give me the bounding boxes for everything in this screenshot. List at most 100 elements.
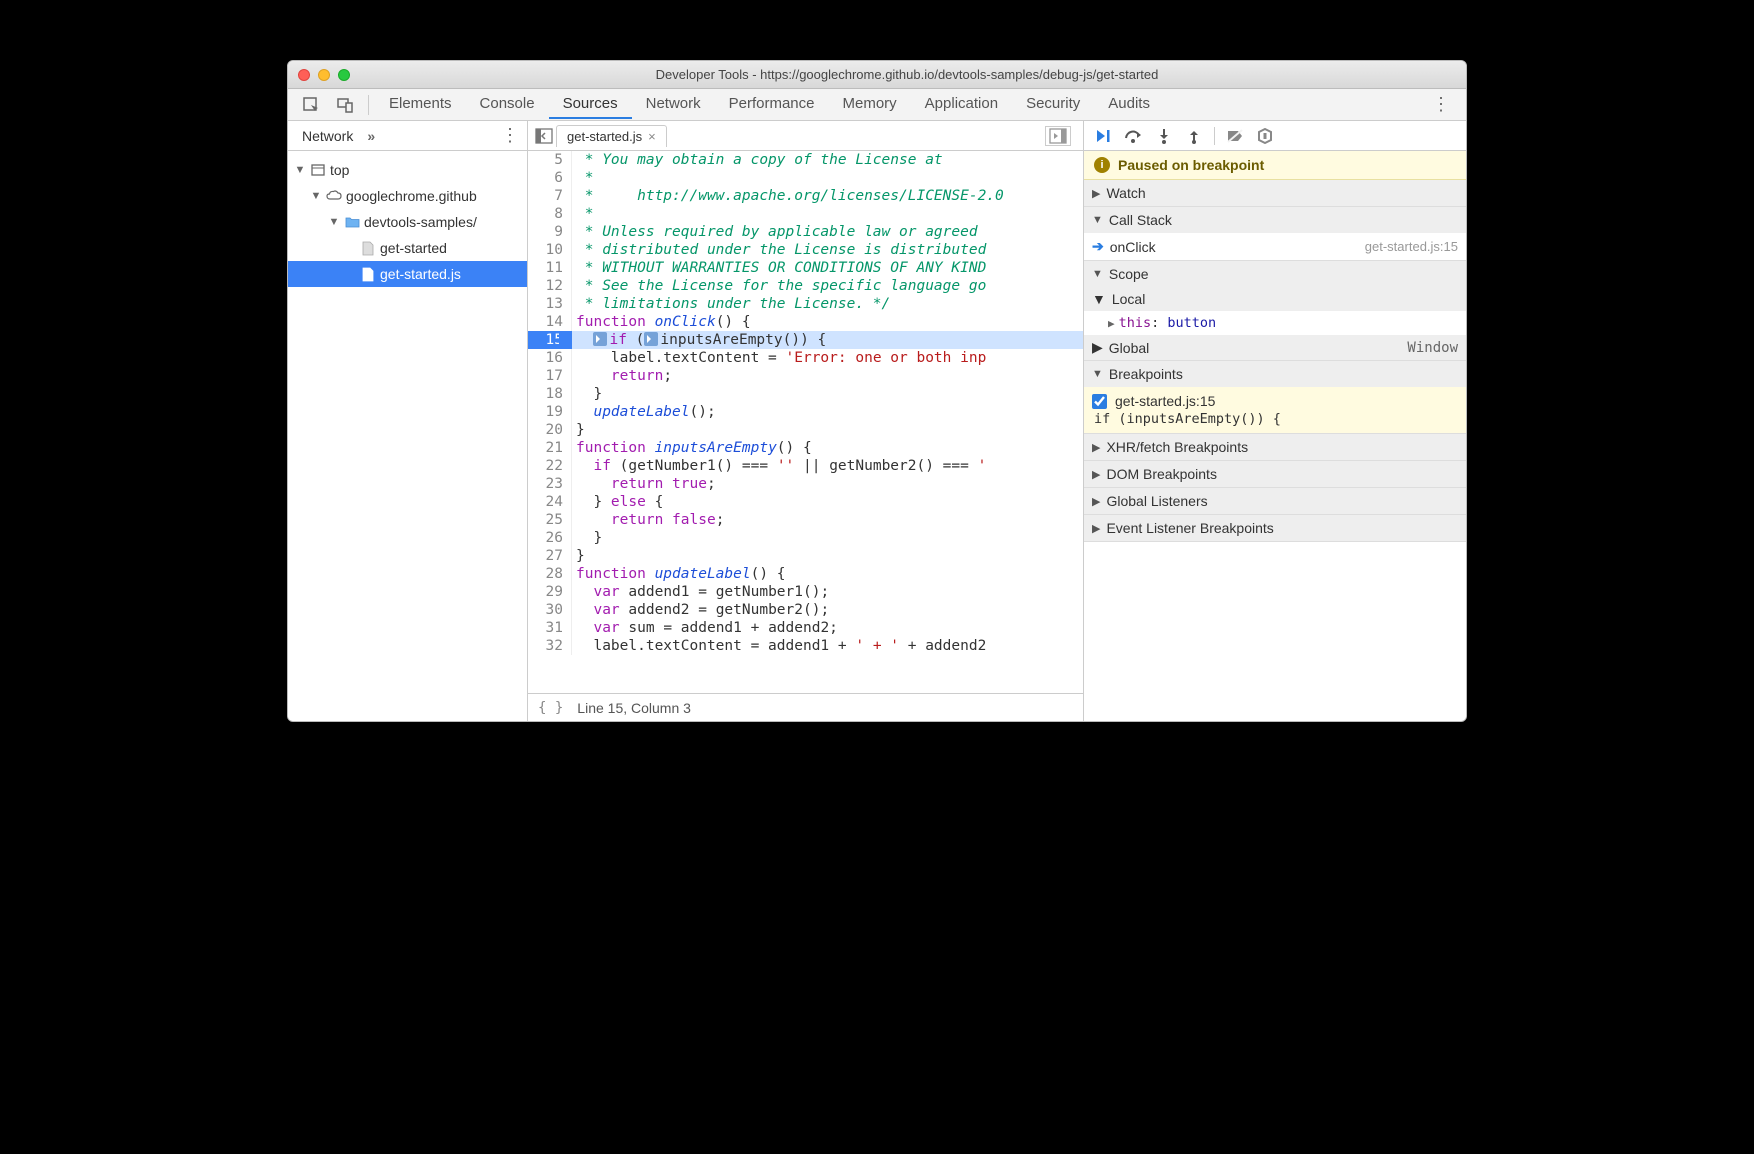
tab-security[interactable]: Security — [1012, 90, 1094, 119]
editor-statusbar: { } Line 15, Column 3 — [528, 693, 1083, 721]
code-line[interactable]: 10 * distributed under the License is di… — [528, 241, 1083, 259]
code-line[interactable]: 20} — [528, 421, 1083, 439]
pretty-print-icon[interactable]: { } — [538, 700, 563, 716]
cursor-position: Line 15, Column 3 — [577, 700, 691, 716]
tab-audits[interactable]: Audits — [1094, 90, 1164, 119]
code-line[interactable]: 28function updateLabel() { — [528, 565, 1083, 583]
tab-console[interactable]: Console — [466, 90, 549, 119]
tree-file-html[interactable]: get-started — [288, 235, 527, 261]
code-line[interactable]: 13 * limitations under the License. */ — [528, 295, 1083, 313]
code-line[interactable]: 22 if (getNumber1() === '' || getNumber2… — [528, 457, 1083, 475]
code-editor[interactable]: 5 * You may obtain a copy of the License… — [528, 151, 1083, 693]
code-line[interactable]: 29 var addend1 = getNumber1(); — [528, 583, 1083, 601]
step-into-icon[interactable] — [1150, 128, 1178, 144]
tree-top-frame[interactable]: ▼ top — [288, 157, 527, 183]
code-line[interactable]: 6 * — [528, 169, 1083, 187]
code-line[interactable]: 17 return; — [528, 367, 1083, 385]
toggle-debugger-icon[interactable] — [1045, 126, 1071, 146]
traffic-lights — [298, 69, 350, 81]
navigator-more-tabs-icon[interactable]: » — [367, 128, 375, 144]
titlebar: Developer Tools - https://googlechrome.g… — [288, 61, 1466, 89]
navigator-pane: Network » ⋮ ▼ top ▼ googlechrome.github … — [288, 121, 528, 721]
source-file-tab[interactable]: get-started.js × — [556, 125, 667, 147]
code-line[interactable]: 16 label.textContent = 'Error: one or bo… — [528, 349, 1083, 367]
section-event-listener-breakpoints[interactable]: ▶Event Listener Breakpoints — [1084, 515, 1466, 541]
breakpoint-item[interactable]: get-started.js:15 if (inputsAreEmpty()) … — [1084, 387, 1466, 433]
section-scope[interactable]: ▼Scope — [1084, 261, 1466, 287]
section-watch[interactable]: ▶Watch — [1084, 180, 1466, 206]
cloud-icon — [326, 188, 342, 204]
more-menu-icon[interactable]: ⋮ — [1422, 94, 1460, 115]
debugger-pane: i Paused on breakpoint ▶Watch ▼Call Stac… — [1084, 121, 1466, 721]
navigator-menu-icon[interactable]: ⋮ — [501, 125, 519, 146]
folder-icon — [344, 214, 360, 230]
source-pane: get-started.js × 5 * You may obtain a co… — [528, 121, 1084, 721]
callstack-frame[interactable]: ➔ onClick get-started.js:15 — [1084, 233, 1466, 260]
debugger-controls — [1084, 121, 1466, 151]
panel-tabs: Elements Console Sources Network Perform… — [375, 90, 1164, 119]
section-global-listeners[interactable]: ▶Global Listeners — [1084, 488, 1466, 514]
close-tab-icon[interactable]: × — [648, 129, 656, 144]
toggle-navigator-icon[interactable] — [532, 127, 556, 144]
tree-file-js[interactable]: get-started.js — [288, 261, 527, 287]
step-out-icon[interactable] — [1180, 128, 1208, 144]
inspect-icon[interactable] — [294, 92, 328, 118]
section-dom-breakpoints[interactable]: ▶DOM Breakpoints — [1084, 461, 1466, 487]
tab-performance[interactable]: Performance — [715, 90, 829, 119]
code-line[interactable]: 14function onClick() { — [528, 313, 1083, 331]
section-breakpoints[interactable]: ▼Breakpoints — [1084, 361, 1466, 387]
code-line[interactable]: 21function inputsAreEmpty() { — [528, 439, 1083, 457]
tab-sources[interactable]: Sources — [549, 90, 632, 119]
tab-application[interactable]: Application — [911, 90, 1012, 119]
code-line[interactable]: 9 * Unless required by applicable law or… — [528, 223, 1083, 241]
devtools-window: Developer Tools - https://googlechrome.g… — [287, 60, 1467, 722]
tree-domain[interactable]: ▼ googlechrome.github — [288, 183, 527, 209]
code-line[interactable]: 32 label.textContent = addend1 + ' + ' +… — [528, 637, 1083, 655]
code-line[interactable]: 12 * See the License for the specific la… — [528, 277, 1083, 295]
code-line[interactable]: 30 var addend2 = getNumber2(); — [528, 601, 1083, 619]
main-toolbar: Elements Console Sources Network Perform… — [288, 89, 1466, 121]
code-line[interactable]: 8 * — [528, 205, 1083, 223]
code-line[interactable]: 5 * You may obtain a copy of the License… — [528, 151, 1083, 169]
code-line[interactable]: 15 if (inputsAreEmpty()) { — [528, 331, 1083, 349]
code-line[interactable]: 11 * WITHOUT WARRANTIES OR CONDITIONS OF… — [528, 259, 1083, 277]
step-over-icon[interactable] — [1120, 128, 1148, 144]
frame-icon — [310, 162, 326, 178]
code-line[interactable]: 18 } — [528, 385, 1083, 403]
breakpoint-checkbox[interactable] — [1092, 394, 1107, 409]
pause-on-exceptions-icon[interactable] — [1251, 128, 1279, 144]
deactivate-breakpoints-icon[interactable] — [1221, 128, 1249, 144]
source-tabs: get-started.js × — [528, 121, 1083, 151]
tab-memory[interactable]: Memory — [829, 90, 911, 119]
scope-local[interactable]: ▼Local — [1084, 287, 1466, 311]
navigator-tab-network[interactable]: Network — [296, 124, 359, 148]
document-icon — [360, 240, 376, 256]
zoom-window-button[interactable] — [338, 69, 350, 81]
code-line[interactable]: 26 } — [528, 529, 1083, 547]
tab-network[interactable]: Network — [632, 90, 715, 119]
minimize-window-button[interactable] — [318, 69, 330, 81]
section-xhr-breakpoints[interactable]: ▶XHR/fetch Breakpoints — [1084, 434, 1466, 460]
section-callstack[interactable]: ▼Call Stack — [1084, 207, 1466, 233]
code-line[interactable]: 27} — [528, 547, 1083, 565]
code-line[interactable]: 7 * http://www.apache.org/licenses/LICEN… — [528, 187, 1083, 205]
tab-elements[interactable]: Elements — [375, 90, 466, 119]
document-icon — [360, 266, 376, 282]
device-toggle-icon[interactable] — [328, 92, 362, 118]
window-title: Developer Tools - https://googlechrome.g… — [358, 67, 1456, 82]
navigator-tabs: Network » ⋮ — [288, 121, 527, 151]
code-line[interactable]: 19 updateLabel(); — [528, 403, 1083, 421]
info-icon: i — [1094, 157, 1110, 173]
resume-icon[interactable] — [1090, 128, 1118, 144]
code-line[interactable]: 25 return false; — [528, 511, 1083, 529]
scope-global[interactable]: ▶GlobalWindow — [1084, 335, 1466, 360]
close-window-button[interactable] — [298, 69, 310, 81]
code-line[interactable]: 31 var sum = addend1 + addend2; — [528, 619, 1083, 637]
file-tree: ▼ top ▼ googlechrome.github ▼ devtools-s… — [288, 151, 527, 293]
scope-var-this[interactable]: ▶this: button — [1084, 311, 1466, 335]
paused-banner: i Paused on breakpoint — [1084, 151, 1466, 180]
current-frame-icon: ➔ — [1092, 238, 1104, 255]
code-line[interactable]: 24 } else { — [528, 493, 1083, 511]
tree-folder[interactable]: ▼ devtools-samples/ — [288, 209, 527, 235]
code-line[interactable]: 23 return true; — [528, 475, 1083, 493]
